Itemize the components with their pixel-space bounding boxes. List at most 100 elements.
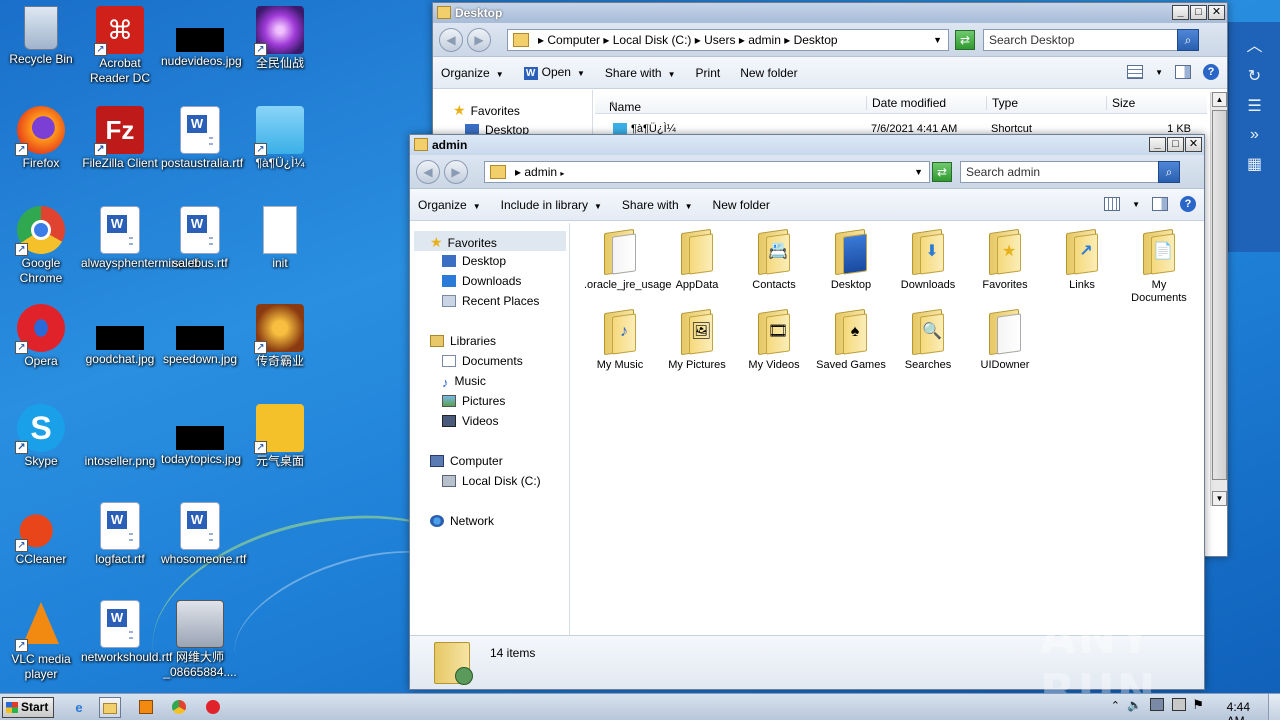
nav-downloads[interactable]: Downloads — [442, 274, 521, 288]
desktop-icon-quanmin[interactable]: ↗ 全民仙战 — [241, 6, 319, 71]
nav-local-disk[interactable]: Local Disk (C:) — [442, 474, 541, 488]
nav-libraries[interactable]: Libraries — [430, 334, 496, 348]
close-button[interactable]: ✕ — [1208, 5, 1225, 20]
keyboard-tray-icon[interactable] — [1172, 698, 1186, 711]
preview-pane-icon[interactable] — [1175, 65, 1191, 79]
breadcrumb-item[interactable]: admin — [748, 33, 781, 47]
folder-links[interactable]: ↗ Links — [1046, 228, 1118, 292]
organize-button[interactable]: Organize ▼ — [418, 198, 481, 212]
organize-button[interactable]: Organize ▼ — [441, 66, 504, 80]
desktop-icon-nudevideos[interactable]: nudevideos.jpg — [161, 6, 242, 69]
close-button[interactable]: ✕ — [1185, 137, 1202, 152]
chevron-down-icon[interactable]: ▼ — [914, 162, 923, 182]
desktop-icon-todaytopics[interactable]: todaytopics.jpg — [161, 404, 241, 467]
clock[interactable]: 4:44 AM — [1227, 700, 1250, 720]
search-icon[interactable]: ⌕ — [1158, 161, 1180, 183]
column-size[interactable]: Size — [1106, 96, 1135, 110]
maximize-button[interactable]: □ — [1190, 5, 1207, 20]
desktop-icon-opera[interactable]: ↗ Opera — [2, 304, 80, 369]
view-options-icon[interactable] — [1104, 197, 1121, 211]
folder-my-music[interactable]: ♪ My Music — [584, 308, 656, 372]
vertical-scrollbar[interactable]: ▲ ▼ — [1210, 92, 1227, 506]
network-tray-icon[interactable] — [1150, 698, 1164, 711]
search-input[interactable]: Search admin ⌕ — [960, 161, 1180, 183]
preview-pane-icon[interactable] — [1152, 197, 1168, 211]
nav-network[interactable]: Network — [430, 514, 494, 528]
include-in-library-button[interactable]: Include in library ▼ — [501, 198, 602, 212]
desktop-icon-goodchat[interactable]: goodchat.jpg — [81, 304, 159, 367]
refresh-button[interactable]: ⇄ — [955, 30, 975, 50]
start-button[interactable]: Start — [2, 697, 54, 718]
nav-pictures[interactable]: Pictures — [442, 394, 505, 408]
internet-explorer-icon[interactable]: e — [68, 697, 90, 718]
chevron-down-icon[interactable]: ▼ — [933, 30, 942, 50]
folder-my-pictures[interactable]: 🖼 My Pictures — [661, 308, 733, 372]
action-center-flag-icon[interactable]: ⚑ — [1192, 697, 1204, 713]
help-icon[interactable]: ? — [1180, 196, 1196, 212]
nav-favorites[interactable]: ★ Favorites — [453, 102, 520, 119]
show-hidden-icons[interactable]: ⌃ — [1111, 699, 1120, 712]
folder-downloads[interactable]: ⬇ Downloads — [892, 228, 964, 292]
share-with-button[interactable]: Share with ▼ — [605, 66, 676, 80]
folder-oracle-jre-usage[interactable]: .oracle_jre_usage — [584, 228, 671, 292]
opera-taskbar-icon[interactable] — [202, 697, 224, 718]
desktop-icon-salebus[interactable]: W salebus.rtf — [161, 206, 239, 271]
print-button[interactable]: Print — [696, 66, 721, 80]
desktop-icon-wangwei[interactable]: 网维大师_08665884.... — [161, 600, 239, 680]
chevron-down-icon[interactable]: ▼ — [1155, 68, 1163, 77]
folder-favorites[interactable]: ★ Favorites — [969, 228, 1041, 292]
breadcrumb-item[interactable]: Users — [704, 33, 735, 47]
nav-documents[interactable]: Documents — [442, 354, 523, 368]
minimize-button[interactable]: _ — [1149, 137, 1166, 152]
column-date-modified[interactable]: Date modified — [866, 96, 946, 110]
scroll-up-arrow[interactable]: ▲ — [1212, 92, 1227, 107]
desktop-icon-ccleaner[interactable]: ↗ CCleaner — [2, 502, 80, 567]
refresh-icon[interactable]: ↻ — [1229, 66, 1280, 86]
desktop-icon-speedown[interactable]: speedown.jpg — [161, 304, 239, 367]
address-bar[interactable]: ▸ admin ▸ ▼ — [484, 161, 930, 183]
chevron-right-icon[interactable]: » — [1229, 126, 1280, 144]
desktop-icon-shortcut-garbled[interactable]: ↗ ¶à¶Ü¿Ì¼ — [241, 106, 319, 171]
minimize-button[interactable]: _ — [1172, 5, 1189, 20]
open-button[interactable]: W Open ▼ — [523, 65, 585, 80]
speaker-icon[interactable]: 🔈 — [1127, 698, 1142, 712]
nav-music[interactable]: ♪ Music — [442, 374, 486, 390]
nav-computer[interactable]: Computer — [430, 454, 503, 468]
desktop-icon-alwaysphentermine[interactable]: W alwaysphentermine.rtf — [81, 206, 198, 271]
desktop-icon-whosomeone[interactable]: W whosomeone.rtf — [161, 502, 246, 567]
desktop-icon-chrome[interactable]: ↗ Google Chrome — [2, 206, 80, 286]
window-titlebar[interactable]: admin _ □ ✕ — [410, 135, 1204, 155]
breadcrumb-item[interactable]: Desktop — [794, 33, 838, 47]
desktop-icon-skype[interactable]: S ↗ Skype — [2, 404, 80, 469]
back-button[interactable]: ◀ — [416, 160, 440, 184]
desktop-icon-yuanqi[interactable]: ↗ 元气桌面 — [241, 404, 319, 469]
new-folder-button[interactable]: New folder — [713, 198, 770, 212]
nav-desktop[interactable]: Desktop — [442, 254, 506, 268]
media-player-icon[interactable] — [135, 697, 157, 718]
scroll-down-arrow[interactable]: ▼ — [1212, 491, 1227, 506]
table-row[interactable]: ¶à¶Ü¿Ì¼ 7/6/2021 4:41 AM Shortcut 1 KB — [595, 121, 1207, 135]
folder-my-documents[interactable]: 📄 My Documents — [1123, 228, 1195, 305]
chevron-down-icon[interactable]: ▼ — [1132, 200, 1140, 209]
folder-contacts[interactable]: 📇 Contacts — [738, 228, 810, 292]
new-folder-button[interactable]: New folder — [740, 66, 797, 80]
desktop-icon-intoseller[interactable]: intoseller.png — [81, 404, 159, 469]
back-button[interactable]: ◀ — [439, 28, 463, 52]
file-explorer-icon[interactable] — [99, 697, 121, 718]
breadcrumb-item[interactable]: Local Disk (C:) — [613, 33, 692, 47]
desktop-icon-recycle-bin[interactable]: Recycle Bin — [2, 6, 80, 67]
desktop-icon-acrobat[interactable]: ⌘ ↗ Acrobat Reader DC — [81, 6, 159, 86]
folder-searches[interactable]: 🔍 Searches — [892, 308, 964, 372]
folder-desktop[interactable]: Desktop — [815, 228, 887, 292]
chevron-up-icon[interactable]: ︿ — [1229, 32, 1280, 56]
breadcrumb-item[interactable]: Computer — [547, 33, 600, 47]
desktop-icon-chuanqi[interactable]: ↗ 传奇霸业 — [241, 304, 319, 369]
nav-videos[interactable]: Videos — [442, 414, 498, 428]
folder-appdata[interactable]: AppData — [661, 228, 733, 292]
share-with-button[interactable]: Share with ▼ — [622, 198, 693, 212]
qr-code-icon[interactable]: ▦ — [1229, 154, 1280, 174]
menu-icon[interactable]: ☰ — [1229, 96, 1280, 116]
desktop-icon-vlc[interactable]: ↗ VLC media player — [2, 600, 80, 682]
forward-button[interactable]: ▶ — [467, 28, 491, 52]
folder-uidowner[interactable]: UIDowner — [969, 308, 1041, 372]
